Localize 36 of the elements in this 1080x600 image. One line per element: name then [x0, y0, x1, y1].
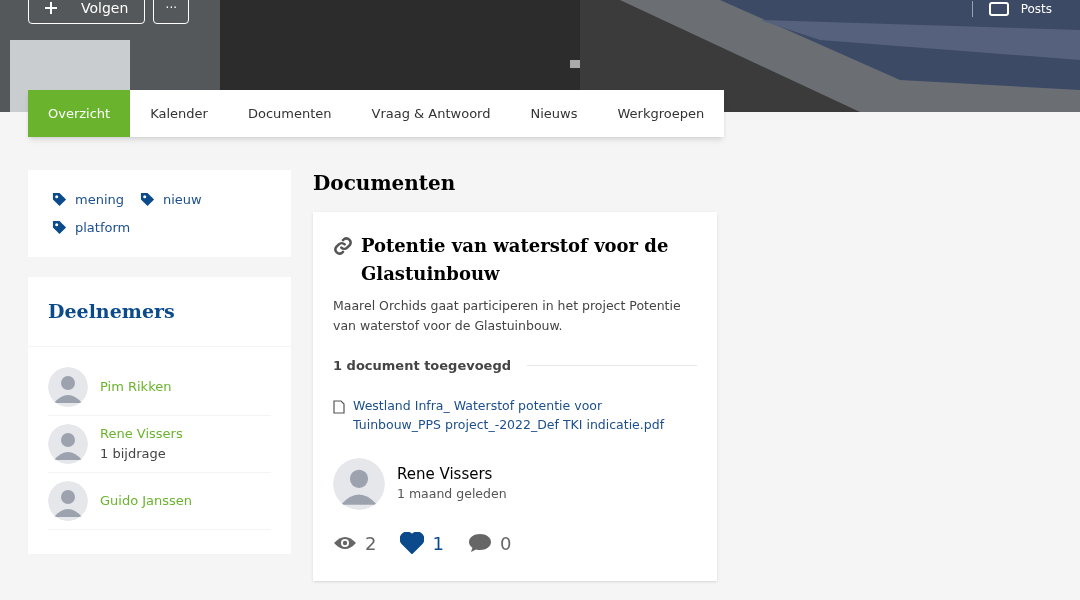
post-body: Maarel Orchids gaat participeren in het project Potentie van waterstof voor de Glastuinbouw. — [333, 297, 682, 335]
tag-link[interactable]: nieuw — [140, 190, 202, 210]
tag-icon — [52, 219, 67, 235]
post-time: 1 maand geleden — [397, 485, 507, 504]
nav-tab[interactable]: Vraag & Antwoord — [351, 90, 511, 137]
view-count: 2 — [365, 531, 377, 556]
comment-icon — [467, 533, 492, 553]
nav-tab[interactable]: Documenten — [227, 90, 352, 137]
tag-link[interactable]: platform — [52, 217, 131, 237]
avatar — [48, 423, 88, 464]
tag-icon — [140, 192, 155, 208]
nav-tab[interactable]: Kalender — [130, 90, 228, 137]
avatar — [48, 366, 88, 407]
attachment-link[interactable]: Westland Infra_ Waterstof potentie voor Tuinbouw_PPS project_-2022_Def TKI indicatie.pdf — [353, 395, 693, 434]
author-name[interactable]: Rene Vissers — [397, 462, 507, 486]
nav-tab[interactable]: Werkgroepen — [597, 90, 725, 137]
posts-label: Posts — [1020, 1, 1052, 17]
tag-link[interactable]: mening — [52, 190, 124, 210]
pdf-file-icon — [333, 399, 345, 414]
avatar — [48, 480, 88, 521]
link-icon — [333, 236, 353, 256]
participants-title: Deelnemers — [28, 277, 291, 347]
nav-tab[interactable]: Nieuws — [510, 90, 598, 137]
comment-count: 0 — [499, 531, 512, 556]
attachments-label: 1 document toegevoegd — [333, 357, 512, 375]
eye-icon — [333, 535, 357, 551]
follow-button[interactable]: Volgen — [28, 0, 146, 24]
post-title[interactable]: Potentie van waterstof voor de Glastuinbouw — [361, 232, 697, 288]
tag-icon — [52, 192, 67, 208]
like-button[interactable]: 1 — [400, 529, 444, 557]
avatar — [333, 457, 385, 510]
plus-icon — [45, 2, 57, 14]
more-button[interactable]: ··· — [153, 0, 190, 24]
inbox-icon — [988, 2, 1009, 16]
section-title: Documenten — [313, 170, 457, 197]
contribution-count: 1 bijdrage — [100, 444, 167, 463]
